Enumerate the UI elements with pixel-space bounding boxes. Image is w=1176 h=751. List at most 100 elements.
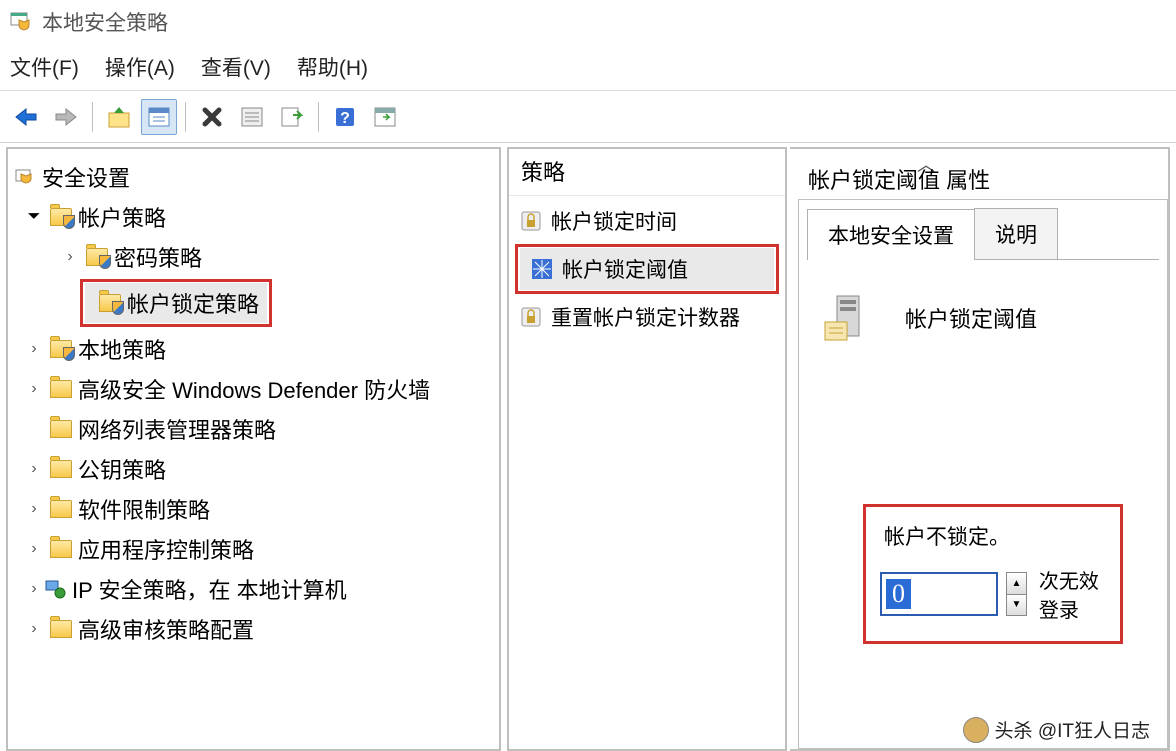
policy-hash-icon	[530, 257, 554, 281]
folder-icon	[50, 540, 72, 558]
policy-label: 帐户锁定时间	[551, 206, 677, 236]
chevron-right-icon[interactable]: ›	[24, 620, 44, 638]
tree-label: 网络列表管理器策略	[78, 413, 276, 445]
tree-label: 高级安全 Windows Defender 防火墙	[78, 373, 430, 405]
tree-account-policy[interactable]: ⏷ 帐户策略	[8, 197, 499, 237]
tree-defender[interactable]: › 高级安全 Windows Defender 防火墙	[8, 369, 499, 409]
highlight-lock-value: 帐户不锁定。 0 ▲ ▼ 次无效登录	[863, 504, 1123, 644]
tree-label: 帐户锁定策略	[127, 287, 259, 319]
folder-icon	[50, 460, 72, 478]
title-bar: 本地安全策略	[0, 0, 1176, 48]
tree-ip-security[interactable]: › IP 安全策略，在 本地计算机	[8, 569, 499, 609]
workspace: 安全设置 ⏷ 帐户策略 › 密码策略 帐户锁定策略 › 本地策略 › 高级安全	[0, 143, 1176, 751]
chevron-right-icon[interactable]: ›	[24, 580, 44, 598]
up-button[interactable]	[101, 99, 137, 135]
chevron-right-icon[interactable]: ›	[24, 340, 44, 358]
tree-password-policy[interactable]: › 密码策略	[8, 237, 499, 277]
tab-local-security[interactable]: 本地安全设置	[807, 209, 975, 260]
tree-root-label: 安全设置	[42, 161, 130, 193]
folder-icon	[99, 294, 121, 312]
threshold-spinner[interactable]: ▲ ▼	[1006, 572, 1027, 616]
watermark-avatar	[963, 717, 989, 743]
tree-label: 高级审核策略配置	[78, 613, 254, 645]
folder-icon	[50, 620, 72, 638]
window-title: 本地安全策略	[42, 7, 168, 37]
delete-button[interactable]	[194, 99, 230, 135]
properties-title: 帐户锁定阈值 属性	[808, 163, 990, 195]
toolbar: ?	[0, 91, 1176, 143]
menu-help[interactable]: 帮助(H)	[297, 52, 368, 82]
menu-action[interactable]: 操作(A)	[105, 52, 175, 82]
svg-text:?: ?	[340, 110, 350, 127]
server-icon	[819, 290, 875, 346]
policy-lockout-duration[interactable]: 帐户锁定时间	[509, 200, 785, 242]
policy-reset-counter[interactable]: 重置帐户锁定计数器	[509, 296, 785, 338]
tree-label: 软件限制策略	[78, 493, 210, 525]
highlight-lockout-policy: 帐户锁定策略	[80, 279, 272, 327]
watermark: 头杀 @IT狂人日志	[963, 716, 1150, 743]
help-button[interactable]: ?	[327, 99, 363, 135]
watermark-text: 头杀 @IT狂人日志	[995, 716, 1150, 743]
tree-label: 应用程序控制策略	[78, 533, 254, 565]
folder-icon	[50, 380, 72, 398]
folder-icon	[50, 420, 72, 438]
menu-view[interactable]: 查看(V)	[201, 52, 271, 82]
menu-file[interactable]: 文件(F)	[10, 52, 79, 82]
tree-app-control[interactable]: › 应用程序控制策略	[8, 529, 499, 569]
tree-label: IP 安全策略，在 本地计算机	[72, 573, 347, 605]
folder-icon	[50, 340, 72, 358]
tree-local-policy[interactable]: › 本地策略	[8, 329, 499, 369]
policy-label: 帐户锁定阈值	[562, 254, 688, 284]
folder-icon	[86, 248, 108, 266]
tree-software-restrict[interactable]: › 软件限制策略	[8, 489, 499, 529]
column-header-policy[interactable]: 策略 ︿	[509, 149, 785, 196]
lock-status-text: 帐户不锁定。	[884, 521, 1106, 551]
chevron-right-icon[interactable]: ›	[24, 500, 44, 518]
toolbar-separator	[92, 102, 93, 132]
chevron-right-icon[interactable]: ›	[24, 380, 44, 398]
policy-list-panel: 策略 ︿ 帐户锁定时间 帐户锁定阈值 重置帐户锁定计数器	[507, 147, 787, 751]
policy-label: 重置帐户锁定计数器	[551, 302, 740, 332]
tab-description[interactable]: 说明	[974, 208, 1058, 259]
threshold-suffix: 次无效登录	[1039, 565, 1106, 623]
tree-lockout-policy[interactable]: 帐户锁定策略	[85, 283, 267, 323]
tree-root[interactable]: 安全设置	[8, 157, 499, 197]
properties-panel: 帐户锁定阈值 属性 本地安全设置 说明 帐户锁定阈值 帐户不锁定。	[790, 147, 1170, 751]
tree-label: 密码策略	[114, 241, 202, 273]
policy-lock-icon	[519, 209, 543, 233]
properties-button[interactable]	[141, 99, 177, 135]
tree-network-list[interactable]: 网络列表管理器策略	[8, 409, 499, 449]
tree-public-key[interactable]: › 公钥策略	[8, 449, 499, 489]
tree-label: 帐户策略	[78, 201, 166, 233]
refresh-button[interactable]	[367, 99, 403, 135]
folder-icon	[50, 500, 72, 518]
spinner-down[interactable]: ▼	[1007, 595, 1026, 616]
property-field-label: 帐户锁定阈值	[905, 302, 1037, 334]
export-button[interactable]	[274, 99, 310, 135]
chevron-down-icon[interactable]: ⏷	[24, 208, 44, 226]
back-button[interactable]	[8, 99, 44, 135]
properties-tabs: 本地安全设置 说明	[807, 208, 1159, 260]
highlight-lockout-threshold: 帐户锁定阈值	[515, 244, 779, 294]
threshold-value: 0	[886, 579, 911, 609]
tree-panel: 安全设置 ⏷ 帐户策略 › 密码策略 帐户锁定策略 › 本地策略 › 高级安全	[6, 147, 501, 751]
tree-label: 本地策略	[78, 333, 166, 365]
app-icon	[10, 10, 34, 34]
tree-label: 公钥策略	[78, 453, 166, 485]
folder-icon	[50, 208, 72, 226]
tree-audit[interactable]: › 高级审核策略配置	[8, 609, 499, 649]
forward-button[interactable]	[48, 99, 84, 135]
menu-bar: 文件(F) 操作(A) 查看(V) 帮助(H)	[0, 48, 1176, 91]
network-icon	[44, 579, 66, 599]
policy-lock-icon	[519, 305, 543, 329]
chevron-right-icon[interactable]: ›	[60, 248, 80, 266]
policy-lockout-threshold[interactable]: 帐户锁定阈值	[520, 248, 774, 290]
security-settings-icon	[14, 166, 36, 188]
toolbar-separator	[318, 102, 319, 132]
threshold-input[interactable]: 0	[880, 572, 998, 616]
chevron-right-icon[interactable]: ›	[24, 540, 44, 558]
spinner-up[interactable]: ▲	[1007, 573, 1026, 595]
list-button[interactable]	[234, 99, 270, 135]
chevron-right-icon[interactable]: ›	[24, 460, 44, 478]
toolbar-separator	[185, 102, 186, 132]
